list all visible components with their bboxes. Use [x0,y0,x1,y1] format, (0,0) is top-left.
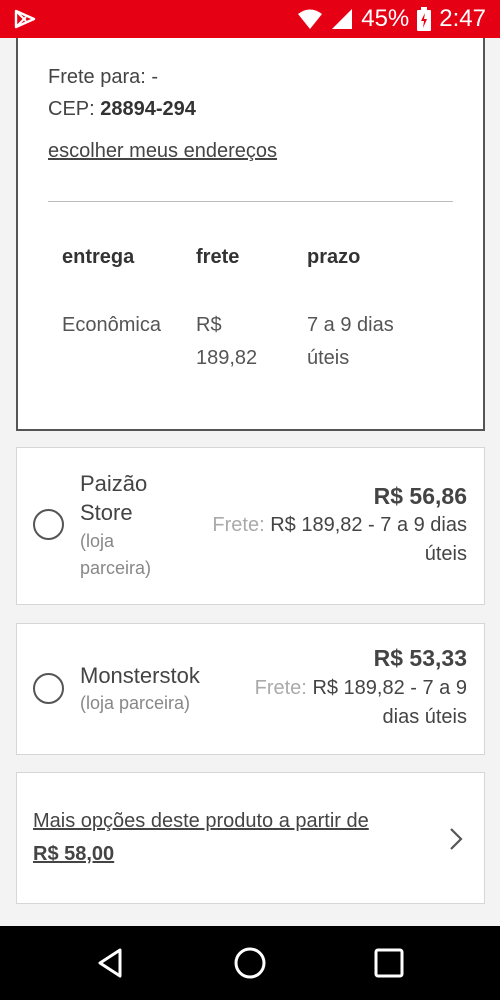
more-options-text: Mais opções deste produto a partir de R$… [33,805,423,871]
offer-card[interactable]: Monsterstok (loja parceira) R$ 53,33 Fre… [16,623,485,755]
offer-shipping: Frete: R$ 189,82 - 7 a 9 dias úteis [212,511,467,569]
recents-icon[interactable] [372,946,406,980]
delivery-cost: R$ 189,82 [196,309,257,375]
shipping-label: Frete: [212,514,265,536]
shipping-summary: Frete para: - CEP: 28894-294 escolher me… [16,38,485,431]
delivery-cost-line1: R$ [196,314,222,336]
offer-price: R$ 56,86 [373,483,467,509]
battery-percent: 45% [361,5,410,32]
shipping-label: Frete: [254,677,307,699]
offer-radio[interactable] [33,509,64,540]
column-header-frete: frete [196,246,240,268]
shipping-value-line2: dias úteis [382,706,468,728]
shipping-destination: Frete para: - [48,66,159,88]
home-icon[interactable] [233,946,267,980]
battery-charging-icon [417,7,432,31]
seller-type-line2: parceira) [80,558,152,578]
seller-name: Paizão Store [80,469,147,527]
shipping-value: R$ 189,82 - 7 a 9 dias [270,514,467,536]
clock: 2:47 [439,5,486,32]
choose-address-link[interactable]: escolher meus endereços [48,140,277,163]
column-header-prazo: prazo [307,246,361,268]
delivery-cost-line2: 189,82 [196,347,258,369]
delivery-type: Econômica [62,314,161,336]
delivery-time-line1: 7 a 9 dias [307,314,394,336]
seller-name-line1: Paizão [80,471,148,496]
divider [48,201,453,202]
seller-type-line1: (loja [80,531,115,551]
back-icon[interactable] [94,946,128,980]
play-store-icon [14,9,36,29]
cep-value: 28894-294 [100,98,196,120]
offer-card[interactable]: Paizão Store (loja parceira) R$ 56,86 Fr… [16,447,485,605]
seller-type: (loja parceira) [80,693,191,713]
shipping-value: R$ 189,82 - 7 a 9 [312,677,467,699]
offer-radio[interactable] [33,673,64,704]
chevron-right-icon [450,828,463,850]
status-bar: 45% 2:47 [0,0,500,38]
delivery-time-line2: úteis [307,347,350,369]
page-content: Frete para: - CEP: 28894-294 escolher me… [0,38,500,926]
cep-line: CEP: 28894-294 [48,98,196,121]
navigation-bar [0,926,500,1000]
more-options-link[interactable]: Mais opções deste produto a partir de R$… [16,772,485,904]
more-options-label: Mais opções deste produto a partir de [33,810,369,832]
seller-name: Monsterstok [80,663,200,688]
cep-label: CEP: [48,98,95,120]
wifi-icon [298,9,323,29]
shipping-value-line2: úteis [424,543,467,565]
more-options-price: R$ 58,00 [33,843,115,865]
signal-icon [332,9,353,29]
delivery-time: 7 a 9 dias úteis [307,309,394,375]
offer-shipping: Frete: R$ 189,82 - 7 a 9 dias úteis [255,674,467,732]
seller-name-line2: Store [80,500,133,525]
column-header-entrega: entrega [62,246,135,268]
offer-price: R$ 53,33 [373,645,467,671]
seller-type: (loja parceira) [80,528,151,582]
